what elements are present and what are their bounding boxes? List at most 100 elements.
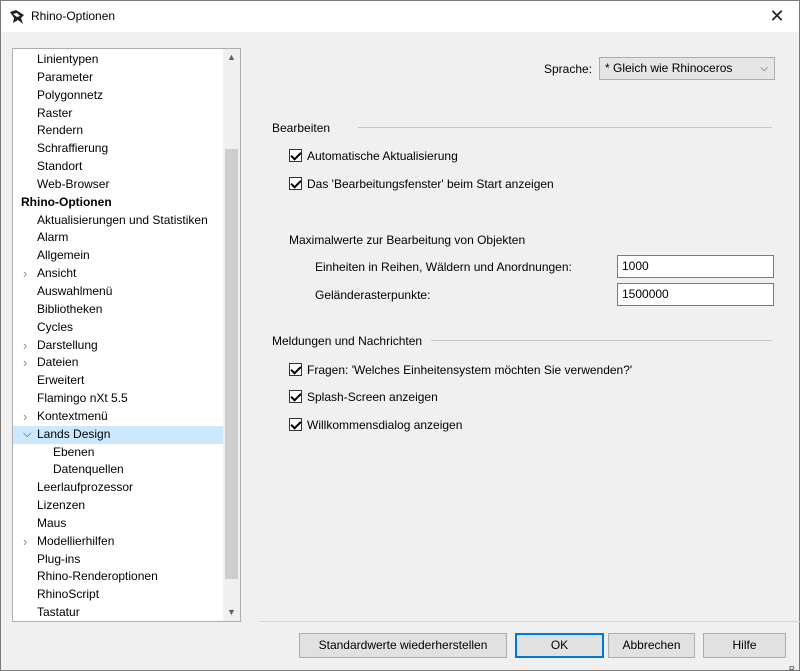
tree-item-label: Dateien	[37, 355, 79, 370]
tree-item[interactable]: › Kontextmenü	[13, 408, 223, 426]
tree-item[interactable]: › Modellierhilfen	[13, 533, 223, 551]
tree-item-label: Datenquellen	[53, 462, 124, 477]
scroll-down-icon[interactable]: ▼	[223, 604, 240, 621]
editing-section-divider	[358, 127, 772, 128]
tree-item-label: Modellierhilfen	[37, 533, 115, 548]
tree-item-label: Linientypen	[37, 52, 99, 66]
tree-item-label: RhinoScript	[37, 587, 100, 602]
tree-item[interactable]: Raster	[13, 105, 223, 123]
show-edit-window-label: Das 'Bearbeitungsfenster' beim Start anz…	[307, 177, 554, 191]
options-tree[interactable]: Linientypen Parameter Polygonnetz Raster Ren…	[12, 48, 241, 622]
tree-item[interactable]: Plug-ins	[13, 551, 223, 569]
tree-item-label: Rhino-Optionen	[21, 194, 112, 209]
chevron-down-icon[interactable]: ⌵	[23, 426, 33, 444]
tree-item[interactable]: RhinoScript	[13, 586, 223, 604]
tree-item[interactable]: Maus	[13, 515, 223, 533]
tree-item-label: Rhino-Renderoptionen	[37, 569, 158, 584]
tree-item-label: Leerlaufprozessor	[37, 480, 134, 495]
tree-item[interactable]: Rendern	[13, 122, 223, 140]
tree-item[interactable]: Leerlaufprozessor	[13, 479, 223, 497]
units-label: Einheiten in Reihen, Wäldern und Anordnu…	[315, 260, 572, 274]
messages-section-divider	[431, 340, 772, 341]
tree-item-label: Lizenzen	[37, 498, 86, 513]
chevron-right-icon[interactable]: ›	[23, 337, 33, 355]
tree-list: Linientypen Parameter Polygonnetz Raster Ren…	[13, 51, 223, 621]
options-dialog: Rhino-Optionen ✕ Linientypen Parameter Pol…	[0, 0, 800, 671]
tree-item[interactable]: Cycles	[13, 319, 223, 337]
show-edit-window-checkbox[interactable]	[289, 177, 302, 190]
tree-item[interactable]: Ebenen	[13, 444, 223, 462]
tree-item-label: Allgemein	[37, 248, 90, 263]
tree-item[interactable]: Linientypen	[13, 51, 223, 69]
tree-item[interactable]: Flamingo nXt 5.5	[13, 390, 223, 408]
tree-item-label: Erweitert	[37, 373, 85, 388]
tree-item[interactable]: Datenquellen	[13, 461, 223, 479]
tree-item-label: Tastatur	[37, 605, 80, 620]
language-select-value: * Gleich wie Rhinoceros	[605, 61, 733, 75]
tree-item[interactable]: Bibliotheken	[13, 301, 223, 319]
tree-item-label: Rendern	[37, 123, 84, 138]
tree-item-label: Plug-ins	[37, 551, 81, 566]
units-input[interactable]: 1000	[617, 255, 774, 278]
language-select[interactable]: * Gleich wie Rhinoceros ⌵	[599, 57, 775, 80]
tree-item[interactable]: › Dateien	[13, 354, 223, 372]
auto-update-checkbox[interactable]	[289, 149, 302, 162]
scroll-up-icon[interactable]: ▲	[223, 49, 240, 66]
tree-item-label: Aktualisierungen und Statistiken	[37, 212, 208, 227]
chevron-down-icon: ⌵	[760, 63, 768, 74]
splash-checkbox[interactable]	[289, 390, 302, 403]
restore-defaults-button[interactable]: Standardwerte wiederherstellen	[299, 633, 507, 658]
tree-item[interactable]: Polygonnetz	[13, 87, 223, 105]
scrollbar-thumb[interactable]	[225, 149, 238, 579]
chevron-right-icon[interactable]: ›	[23, 265, 33, 283]
tree-item[interactable]: Web-Browser	[13, 176, 223, 194]
chevron-right-icon[interactable]: ›	[23, 408, 33, 426]
tree-item[interactable]: Auswahlmenü	[13, 283, 223, 301]
tree-item[interactable]: Parameter	[13, 69, 223, 87]
tree-item[interactable]: Erweitert	[13, 372, 223, 390]
tree-item-label: Kontextmenü	[37, 408, 108, 423]
help-button[interactable]: Hilfe	[703, 633, 786, 658]
tree-item-label: Standort	[37, 159, 83, 174]
tree-item-label: Cycles	[37, 319, 74, 334]
tree-item-label: Ansicht	[37, 266, 77, 281]
tree-item-label: Auswahlmenü	[37, 283, 113, 298]
tree-item[interactable]: Alarm	[13, 229, 223, 247]
splash-label: Splash-Screen anzeigen	[307, 390, 438, 404]
tree-item-label: Schraffierung	[37, 141, 109, 156]
rhino-logo-icon	[9, 9, 25, 25]
tree-item-label: Raster	[37, 105, 73, 120]
tree-item[interactable]: Allgemein	[13, 247, 223, 265]
chevron-right-icon[interactable]: ›	[23, 354, 33, 372]
chevron-right-icon[interactable]: ›	[23, 533, 33, 551]
tree-item[interactable]: › Ansicht	[13, 265, 223, 283]
tree-item-label: Flamingo nXt 5.5	[37, 391, 128, 406]
tree-item[interactable]: Rhino-Optionen	[13, 194, 223, 212]
tree-item[interactable]: › Darstellung	[13, 337, 223, 355]
footer-divider	[259, 621, 800, 622]
messages-section-title: Meldungen und Nachrichten	[272, 334, 423, 348]
tree-item[interactable]: Aktualisierungen und Statistiken	[13, 212, 223, 230]
editing-section-title: Bearbeiten	[272, 121, 331, 135]
tree-scrollbar[interactable]: ▲ ▼	[223, 49, 240, 621]
tree-item[interactable]: Lizenzen	[13, 497, 223, 515]
tree-item[interactable]: Tastatur	[13, 604, 223, 621]
tree-item-label: Bibliotheken	[37, 301, 103, 316]
language-label: Sprache:	[544, 62, 593, 76]
close-icon[interactable]: ✕	[765, 5, 789, 27]
ask-units-checkbox[interactable]	[289, 363, 302, 376]
tree-item-label: Darstellung	[37, 337, 98, 352]
cancel-button[interactable]: Abbrechen	[608, 633, 695, 658]
tree-item-label: Web-Browser	[37, 176, 110, 191]
tree-item[interactable]: Standort	[13, 158, 223, 176]
tree-item[interactable]: Rhino-Renderoptionen	[13, 568, 223, 586]
resize-grip[interactable]: R	[789, 665, 799, 671]
tree-item-label: Alarm	[37, 230, 69, 245]
auto-update-label: Automatische Aktualisierung	[307, 149, 458, 163]
tree-item[interactable]: Schraffierung	[13, 140, 223, 158]
tree-item[interactable]: ⌵ Lands Design	[13, 425, 223, 444]
tree-item-label: Parameter	[37, 69, 94, 84]
railing-input[interactable]: 1500000	[617, 283, 774, 306]
welcome-checkbox[interactable]	[289, 418, 302, 431]
ok-button[interactable]: OK	[515, 633, 604, 658]
